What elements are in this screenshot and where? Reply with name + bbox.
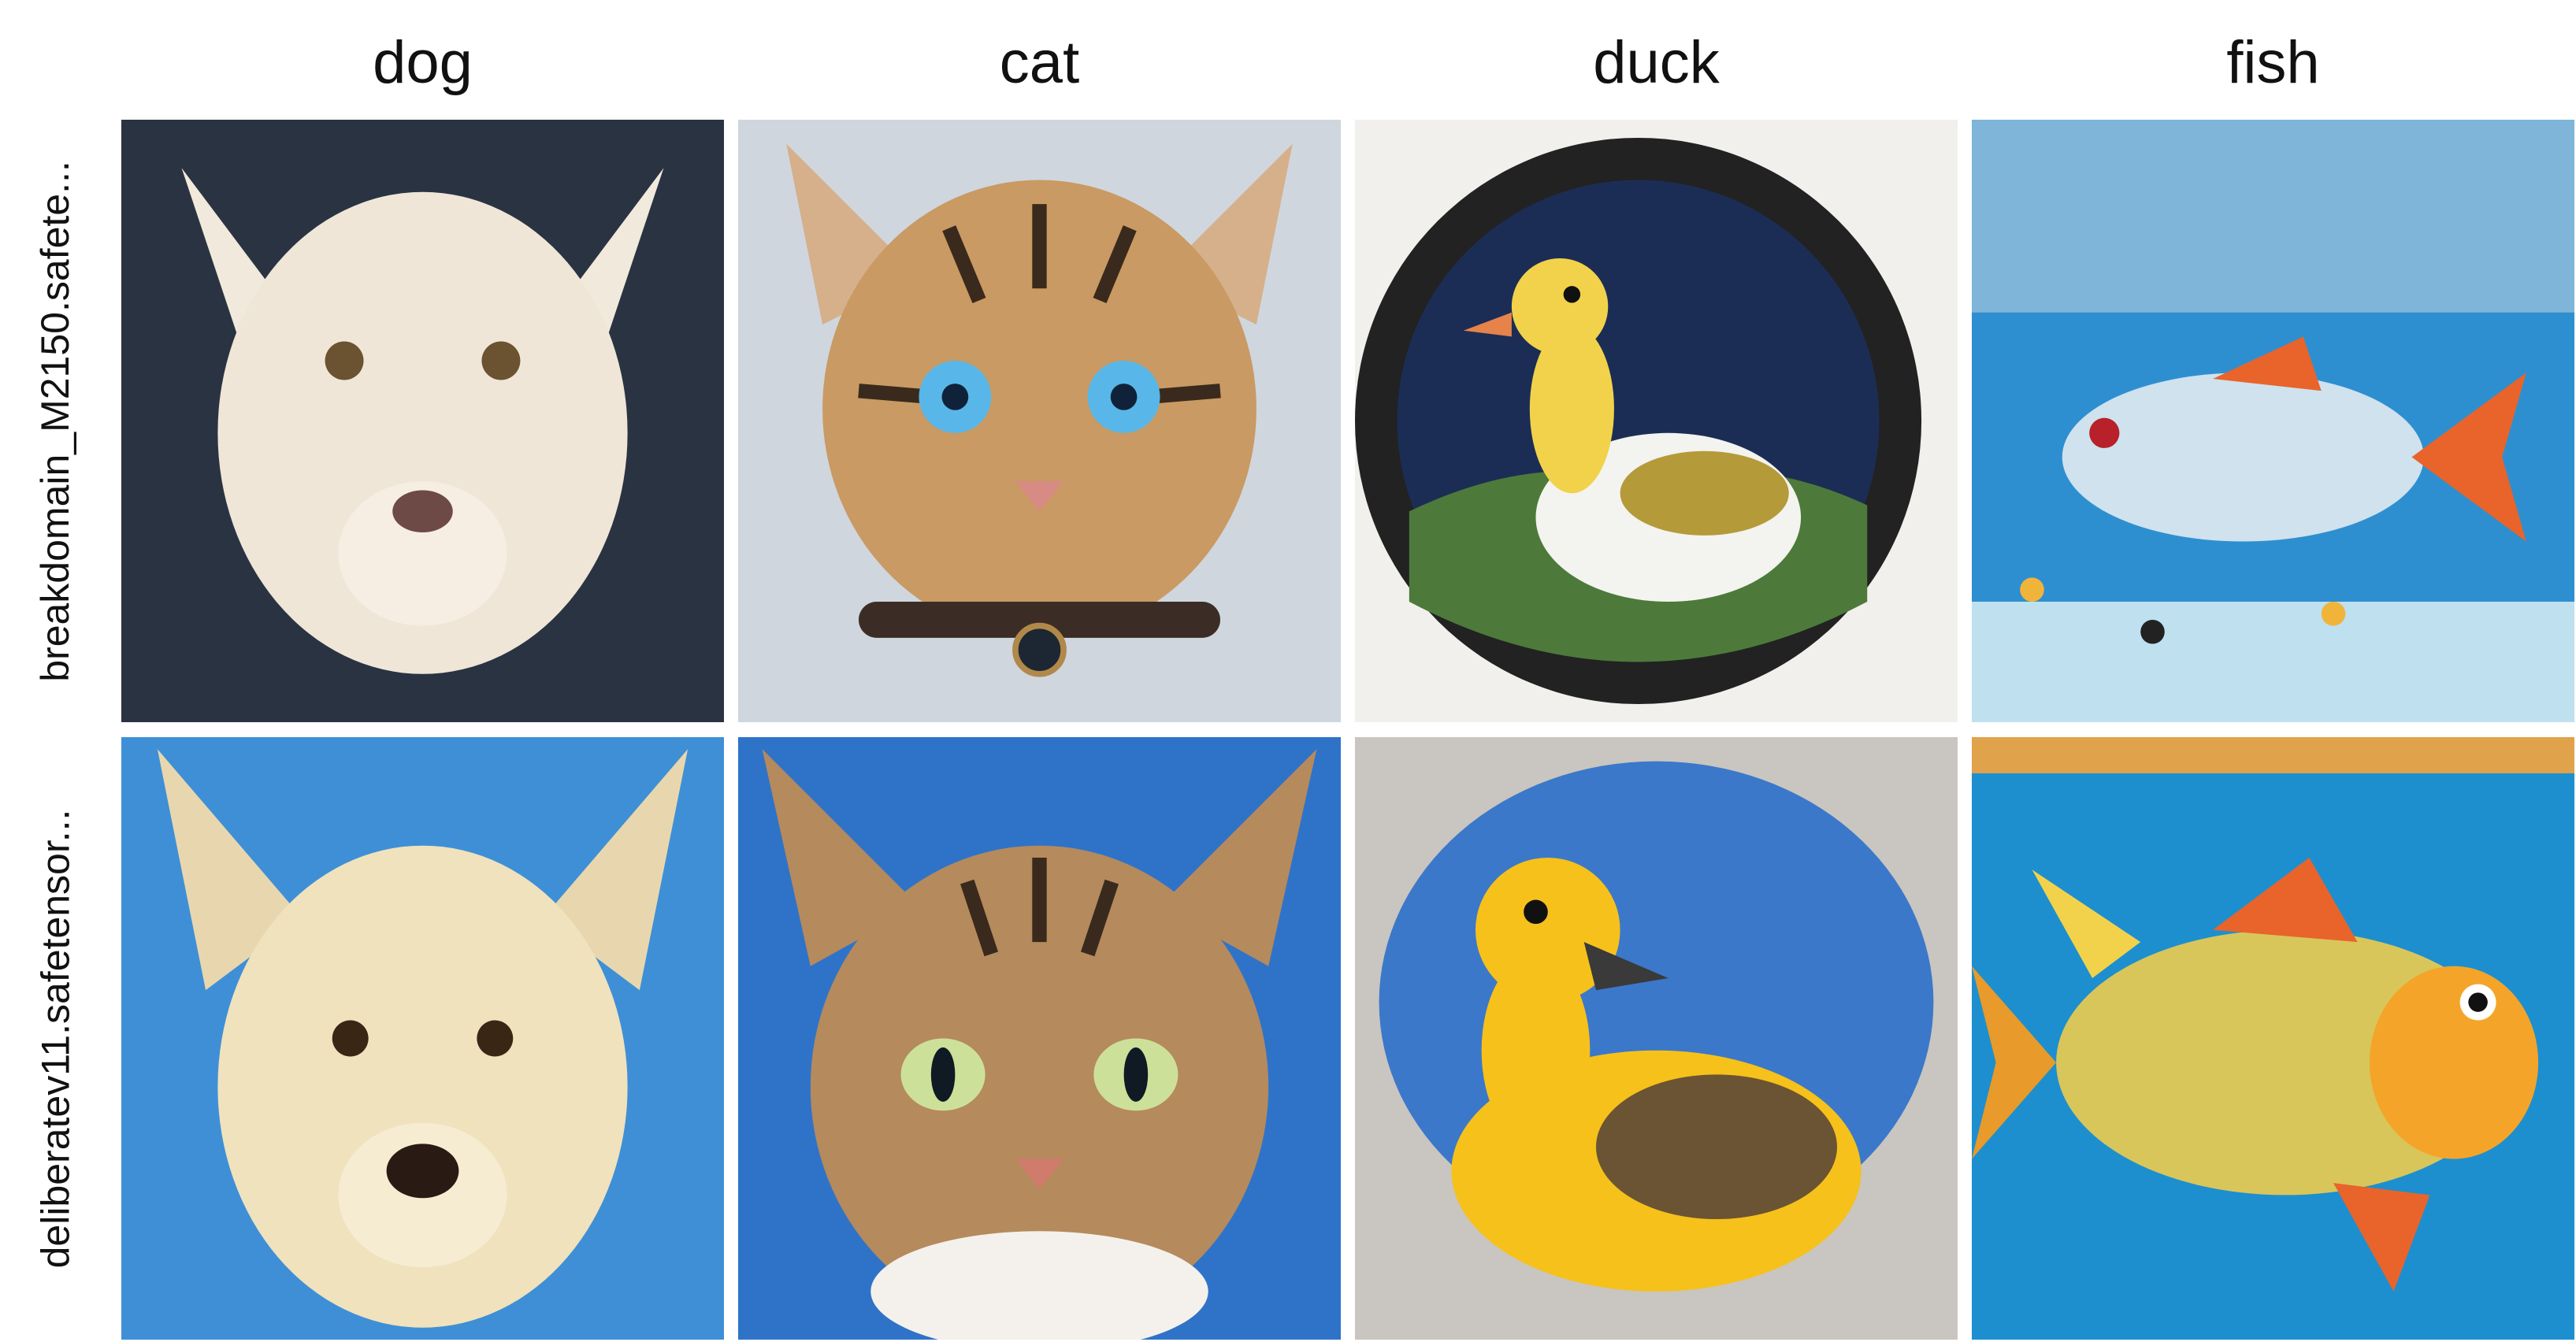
duck-head — [1511, 258, 1609, 355]
row-label-text: breakdomain_M2150.safete... — [33, 160, 77, 682]
seabed — [1972, 602, 2574, 722]
image-fish-row2 — [1972, 737, 2574, 1340]
duck-eye — [1563, 286, 1581, 303]
fish-pupil — [2468, 992, 2488, 1012]
dog-eye — [477, 1020, 514, 1057]
column-label-duck: duck — [1593, 28, 1720, 96]
small-fish — [2020, 577, 2044, 602]
water-surface — [1972, 737, 2574, 773]
water-surface — [1972, 120, 2574, 313]
dog-eye — [481, 341, 521, 380]
duck-wing — [1596, 1074, 1837, 1219]
duck-eye — [1524, 899, 1548, 925]
column-label-cat: cat — [999, 28, 1080, 96]
image-cat-row2 — [738, 737, 1341, 1340]
cat-pupil — [1110, 384, 1138, 410]
image-fish-row1 — [1972, 120, 2574, 722]
dog-eye — [332, 1020, 369, 1057]
image-cat-row1 — [738, 120, 1341, 722]
row-label-2: deliberatev11.safetensor... — [16, 737, 95, 1340]
cat-pupil — [930, 1047, 956, 1102]
column-label-fish: fish — [2226, 28, 2320, 96]
image-dog-row1 — [121, 120, 724, 722]
collar-pendant — [1012, 622, 1067, 677]
fish-body — [2062, 373, 2424, 542]
cat-pupil — [1123, 1047, 1149, 1102]
image-dog-row2 — [121, 737, 724, 1340]
column-label-dog: dog — [373, 28, 473, 96]
image-duck-row1 — [1355, 120, 1958, 722]
row-label-text: deliberatev11.safetensor... — [33, 809, 78, 1268]
image-comparison-grid: dog cat duck fish breakdomain_M2150.safe… — [0, 0, 2576, 1342]
row-label-1: breakdomain_M2150.safete... — [16, 120, 95, 722]
dog-eye — [325, 341, 364, 380]
small-fish — [2321, 602, 2346, 626]
image-duck-row2 — [1355, 737, 1958, 1340]
duck-wing — [1620, 450, 1789, 536]
fish-face — [2369, 966, 2539, 1159]
dog-nose — [392, 490, 453, 533]
small-fish — [2140, 619, 2165, 644]
fish-eye — [2089, 417, 2120, 448]
dog-nose — [386, 1144, 459, 1199]
cat-pupil — [941, 384, 969, 410]
